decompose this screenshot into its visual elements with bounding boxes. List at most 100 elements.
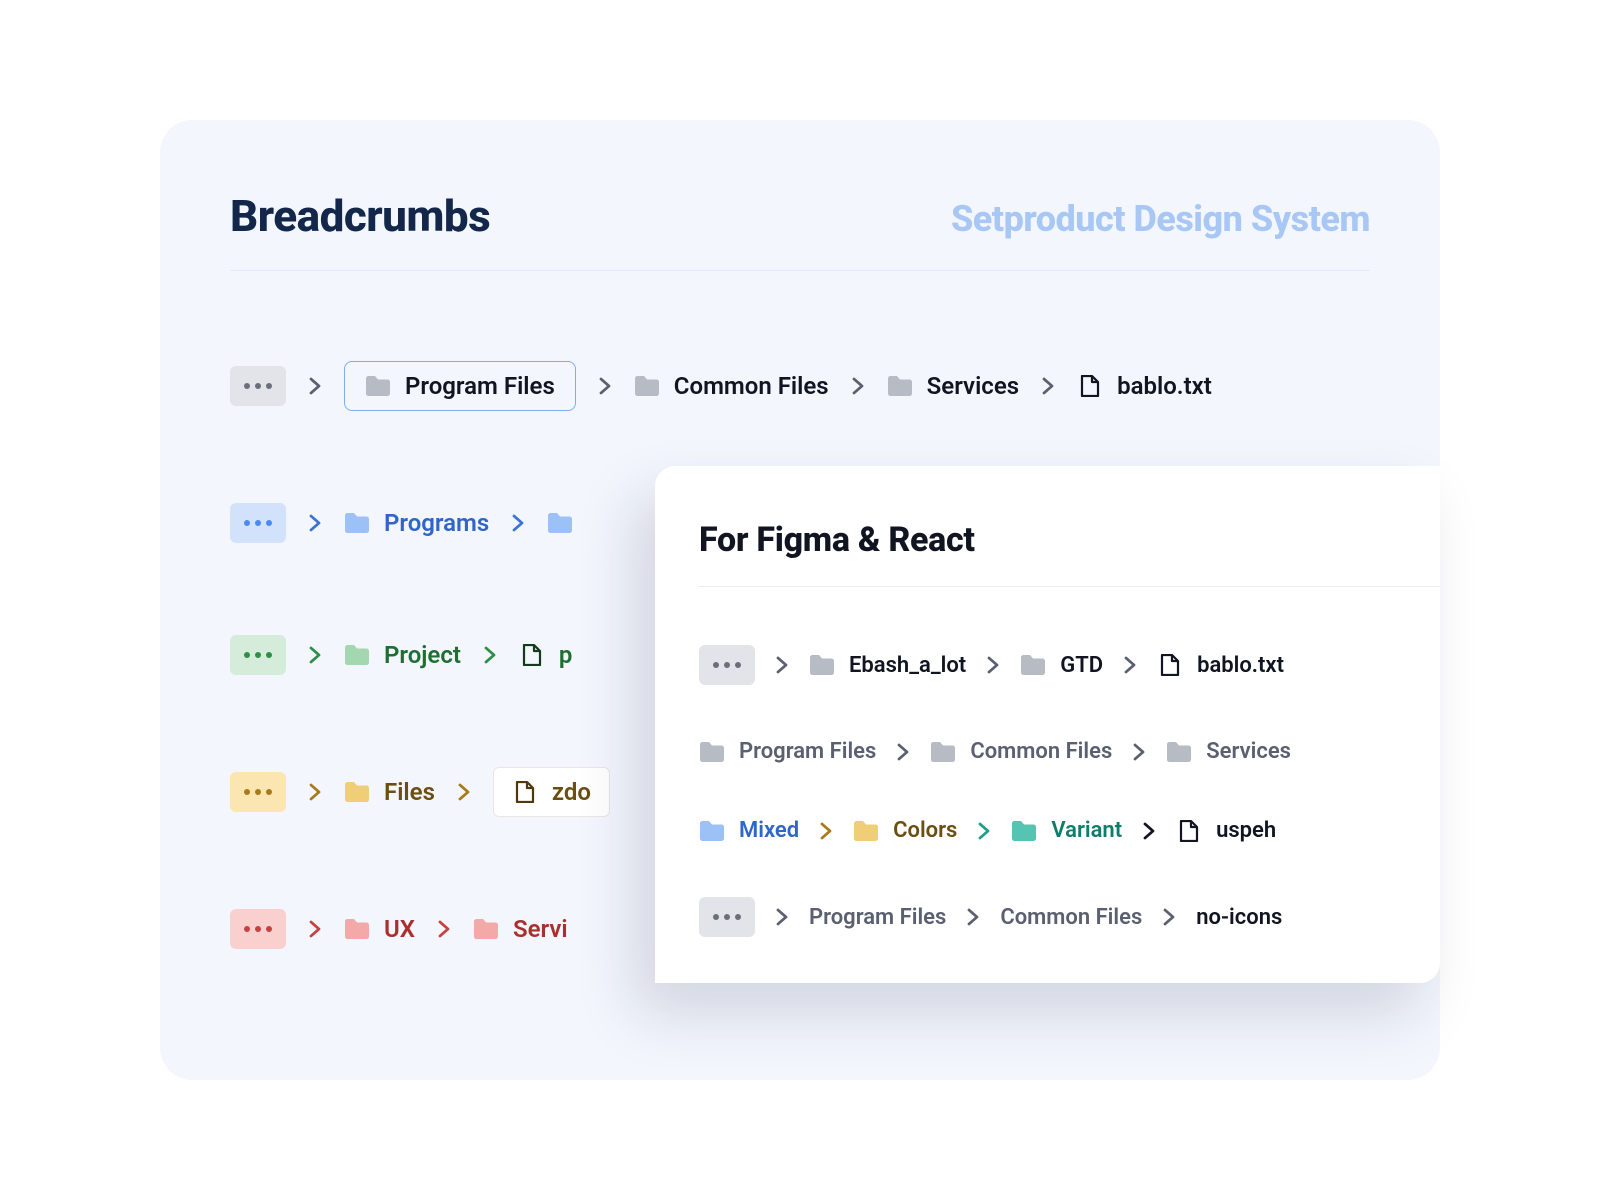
file-icon [519, 644, 545, 666]
breadcrumb-item[interactable]: Ebash_a_lot [809, 653, 966, 678]
chevron-right-icon [817, 822, 835, 840]
breadcrumb-label: bablo.txt [1117, 372, 1212, 400]
breadcrumb-label: Mixed [739, 818, 799, 843]
breadcrumb-file[interactable]: uspeh [1176, 818, 1276, 843]
breadcrumb-label: Program Files [405, 372, 555, 400]
page-title: Breadcrumbs [230, 190, 490, 242]
breadcrumb-row: Ebash_a_lot GTD bablo.txt [699, 645, 1440, 685]
breadcrumb-item-project[interactable]: Project [344, 641, 461, 669]
breadcrumb-item-truncated[interactable]: Servi [473, 915, 568, 943]
front-card-title: For Figma & React [699, 520, 1440, 587]
folder-icon [699, 741, 725, 763]
chevron-right-icon [894, 743, 912, 761]
breadcrumb-label: Program Files [809, 905, 946, 930]
folder-icon [365, 375, 391, 397]
file-icon [512, 781, 538, 803]
folder-icon [809, 654, 835, 676]
breadcrumb-item-variant[interactable]: Variant [1011, 818, 1122, 843]
folder-icon [930, 741, 956, 763]
chevron-right-icon [1121, 656, 1139, 674]
file-icon [1077, 375, 1103, 397]
chevron-right-icon [455, 783, 473, 801]
chevron-right-icon [306, 514, 324, 532]
chevron-right-icon [509, 514, 527, 532]
breadcrumb-label: Services [1206, 739, 1291, 764]
overflow-button[interactable] [230, 909, 286, 949]
file-icon [1176, 820, 1202, 842]
chevron-right-icon [306, 377, 324, 395]
folder-icon [344, 512, 370, 534]
breadcrumb-item-programs[interactable]: Programs [344, 509, 489, 537]
breadcrumb-tail[interactable]: no-icons [1196, 905, 1282, 930]
breadcrumb-item-services[interactable]: Services [887, 372, 1019, 400]
breadcrumb-label: Project [384, 641, 461, 669]
breadcrumb-row: Program Files Common Files no-icons [699, 897, 1440, 937]
chevron-right-icon [984, 656, 1002, 674]
folder-icon [853, 820, 879, 842]
breadcrumb-item[interactable]: GTD [1020, 653, 1103, 678]
breadcrumb-row: Program Files Common Files Services [699, 739, 1440, 764]
breadcrumb-label: Variant [1051, 818, 1122, 843]
breadcrumb-label: Services [927, 372, 1019, 400]
breadcrumb-item-program-files[interactable]: Program Files [344, 361, 576, 411]
overflow-button[interactable] [230, 366, 286, 406]
chevron-right-icon [1130, 743, 1148, 761]
breadcrumb-item-mixed[interactable]: Mixed [699, 818, 799, 843]
breadcrumb-item[interactable]: Program Files [699, 739, 876, 764]
folder-icon [634, 375, 660, 397]
folder-icon [344, 781, 370, 803]
breadcrumb-label: Colors [893, 818, 957, 843]
breadcrumb-label: Programs [384, 509, 489, 537]
folder-icon [887, 375, 913, 397]
breadcrumb-label: Program Files [739, 739, 876, 764]
breadcrumb-label: zdo [552, 778, 591, 806]
overflow-button[interactable] [699, 645, 755, 685]
chevron-right-icon [964, 908, 982, 926]
chevron-right-icon [481, 646, 499, 664]
folder-icon [547, 512, 573, 534]
breadcrumb-row-default: Program Files Common Files Services babl… [230, 361, 1370, 411]
overflow-button[interactable] [230, 772, 286, 812]
breadcrumb-label: Common Files [1000, 905, 1142, 930]
chevron-right-icon [596, 377, 614, 395]
header: Breadcrumbs Setproduct Design System [230, 190, 1370, 271]
breadcrumb-label: bablo.txt [1197, 653, 1284, 678]
breadcrumb-label: Common Files [970, 739, 1112, 764]
breadcrumb-label: Files [384, 778, 435, 806]
folder-icon [1011, 820, 1037, 842]
chevron-right-icon [1039, 377, 1057, 395]
breadcrumb-item[interactable]: Common Files [930, 739, 1112, 764]
folder-icon [473, 918, 499, 940]
breadcrumb-label: Ebash_a_lot [849, 653, 966, 678]
breadcrumb-item[interactable]: Common Files [1000, 905, 1142, 930]
folder-icon [1166, 741, 1192, 763]
showcase-front-card: For Figma & React Ebash_a_lot GTD bablo.… [655, 466, 1440, 983]
overflow-button[interactable] [230, 635, 286, 675]
breadcrumb-label: no-icons [1196, 905, 1282, 930]
chevron-right-icon [773, 908, 791, 926]
breadcrumb-file-truncated[interactable]: zdo [493, 767, 610, 817]
breadcrumb-item-files[interactable]: Files [344, 778, 435, 806]
breadcrumb-file[interactable]: bablo.txt [1077, 372, 1212, 400]
overflow-button[interactable] [230, 503, 286, 543]
breadcrumb-item[interactable]: Services [1166, 739, 1291, 764]
breadcrumb-item-common-files[interactable]: Common Files [634, 372, 829, 400]
breadcrumb-label: Common Files [674, 372, 829, 400]
chevron-right-icon [773, 656, 791, 674]
chevron-right-icon [435, 920, 453, 938]
breadcrumb-file-truncated[interactable]: p [519, 641, 573, 669]
folder-icon [344, 918, 370, 940]
chevron-right-icon [1160, 908, 1178, 926]
chevron-right-icon [306, 920, 324, 938]
chevron-right-icon [306, 783, 324, 801]
breadcrumb-label: GTD [1060, 653, 1103, 678]
breadcrumb-item-colors[interactable]: Colors [853, 818, 957, 843]
folder-icon [1020, 654, 1046, 676]
breadcrumb-item-truncated[interactable] [547, 512, 573, 534]
overflow-button[interactable] [699, 897, 755, 937]
breadcrumb-item[interactable]: Program Files [809, 905, 946, 930]
breadcrumb-item-ux[interactable]: UX [344, 915, 415, 943]
brand-label: Setproduct Design System [951, 198, 1370, 240]
breadcrumb-label: p [559, 641, 573, 669]
breadcrumb-file[interactable]: bablo.txt [1157, 653, 1284, 678]
